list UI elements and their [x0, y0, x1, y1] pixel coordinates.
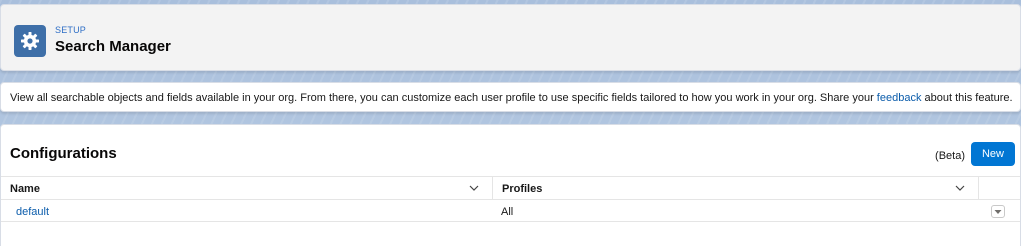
column-header-profiles[interactable]: Profiles: [493, 177, 979, 199]
column-header-actions: [979, 177, 1020, 199]
breadcrumb: SETUP: [55, 25, 87, 35]
config-name-link[interactable]: default: [16, 206, 49, 218]
configurations-card: Configurations (Beta) New Name Profiles …: [0, 124, 1021, 246]
gear-icon: [14, 25, 46, 57]
column-header-name[interactable]: Name: [1, 177, 493, 199]
new-button[interactable]: New: [971, 142, 1015, 166]
section-title: Configurations: [10, 145, 117, 162]
info-text-end: about this feature.: [921, 92, 1013, 104]
table-row: default All: [1, 200, 1020, 222]
chevron-down-icon[interactable]: [954, 182, 966, 194]
chevron-down-icon[interactable]: [468, 182, 480, 194]
column-header-label: Profiles: [502, 183, 543, 195]
page-title: Search Manager: [55, 38, 171, 55]
column-header-label: Name: [10, 183, 40, 195]
page-header: SETUP Search Manager: [0, 4, 1021, 71]
configurations-table: Name Profiles default All: [1, 176, 1020, 222]
feedback-link[interactable]: feedback: [877, 92, 922, 104]
chevron-down-icon: [994, 209, 1002, 214]
info-banner: View all searchable objects and fields a…: [0, 82, 1021, 112]
info-text: View all searchable objects and fields a…: [10, 92, 877, 104]
beta-label: (Beta): [935, 150, 965, 162]
row-action-menu[interactable]: [991, 205, 1005, 218]
config-profiles: All: [501, 206, 514, 218]
table-header: Name Profiles: [1, 176, 1020, 200]
